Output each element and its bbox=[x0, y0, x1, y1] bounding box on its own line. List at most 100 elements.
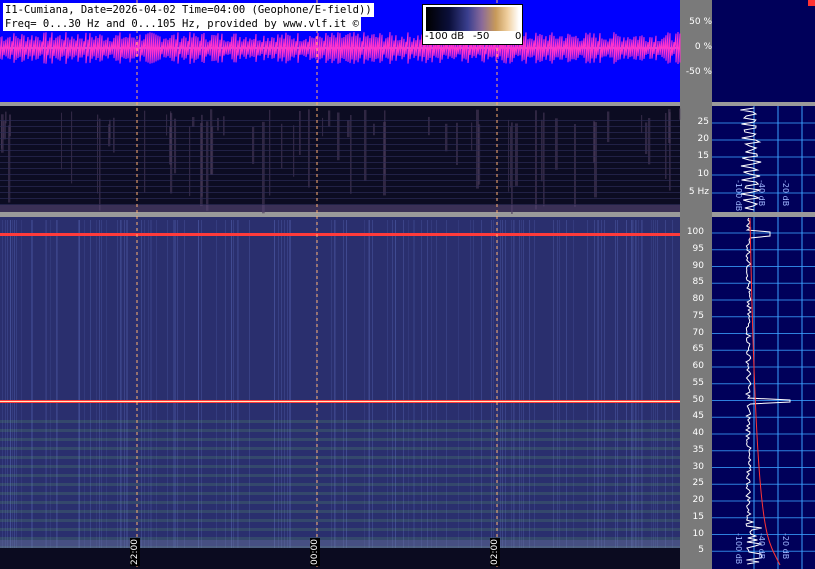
high-band-tick-label: 25 bbox=[692, 478, 704, 489]
spectrum-db-label-bottom: -40 dB bbox=[757, 533, 766, 560]
low-band-row bbox=[0, 180, 680, 181]
high-band-streak bbox=[78, 220, 79, 569]
high-band-tick-label: 60 bbox=[692, 361, 704, 371]
high-band-streak bbox=[141, 220, 142, 569]
low-band-row bbox=[0, 162, 680, 163]
high-band-streak bbox=[635, 220, 636, 569]
high-band-streak bbox=[387, 220, 388, 569]
low-band-streak bbox=[189, 126, 191, 197]
low-band-tick-label: 15 bbox=[697, 151, 709, 161]
header-line-1: I1-Cumiana, Date=2026-04-02 Time=04:00 (… bbox=[3, 3, 374, 17]
high-band-tick-label: 45 bbox=[692, 411, 704, 422]
corner-panel bbox=[712, 0, 815, 102]
high-band-streak bbox=[521, 220, 522, 569]
high-band-streak bbox=[369, 220, 370, 569]
high-band-streak bbox=[46, 220, 47, 569]
low-band-spectrogram bbox=[0, 106, 680, 212]
high-band-streak bbox=[566, 220, 567, 569]
high-band-streak bbox=[587, 220, 588, 569]
high-band-streak bbox=[117, 220, 118, 569]
high-band-streak bbox=[99, 220, 100, 569]
high-band-streak bbox=[16, 220, 17, 569]
high-band-streak bbox=[150, 220, 151, 569]
low-band-streak bbox=[293, 125, 295, 177]
high-band-streak bbox=[50, 220, 51, 569]
low-band-streak bbox=[108, 124, 111, 147]
low-band-row bbox=[0, 138, 680, 139]
high-band-streak bbox=[45, 220, 46, 569]
high-band-streak bbox=[343, 220, 344, 569]
amplitude-tick-label: -50 % bbox=[685, 67, 712, 77]
high-band-streak bbox=[436, 220, 437, 569]
low-band-row bbox=[0, 204, 680, 205]
high-band-streak bbox=[90, 220, 91, 569]
low-band-streak bbox=[206, 121, 209, 211]
corner-marker bbox=[808, 0, 815, 6]
high-band-tick-label: 65 bbox=[692, 344, 704, 355]
spectrum-db-label-top: -20 dB bbox=[781, 180, 790, 207]
high-band-streak bbox=[151, 220, 152, 569]
high-band-streak bbox=[638, 220, 639, 569]
high-band-bottom-bright bbox=[0, 540, 680, 548]
high-band-streak bbox=[446, 220, 447, 569]
high-band-tick-label: 50 bbox=[692, 394, 704, 405]
high-band-low-row bbox=[0, 519, 680, 522]
low-band-streak bbox=[535, 110, 537, 210]
high-band-streak bbox=[96, 220, 97, 569]
high-band-streak bbox=[278, 220, 279, 569]
high-band-streak bbox=[403, 220, 404, 569]
high-band-streak bbox=[126, 220, 127, 569]
low-band-streak bbox=[3, 120, 6, 140]
low-band-streak bbox=[308, 109, 310, 188]
low-band-streak bbox=[269, 109, 271, 196]
low-band-row bbox=[0, 174, 680, 175]
high-band-streak bbox=[408, 220, 409, 569]
high-band-bottom-dark bbox=[0, 548, 680, 569]
low-band-streak bbox=[456, 122, 458, 165]
high-band-tick-label: 90 bbox=[692, 260, 704, 271]
high-band-tick-label: 20 bbox=[692, 495, 704, 505]
high-band-streak bbox=[106, 220, 107, 569]
low-band-streak bbox=[665, 112, 667, 179]
high-band-streak bbox=[458, 220, 459, 569]
high-band-tick-label: 5 bbox=[698, 545, 704, 556]
high-band-streak bbox=[238, 220, 239, 569]
high-band-streak bbox=[7, 220, 8, 569]
high-band-streak bbox=[177, 220, 178, 569]
high-band-low-row bbox=[0, 429, 680, 432]
high-band-streak bbox=[534, 220, 535, 569]
spectrum-db-label-bottom: -20 dB bbox=[781, 533, 790, 560]
low-band-streak bbox=[445, 123, 448, 152]
high-band-tick-label: 80 bbox=[692, 294, 704, 304]
high-band-streak bbox=[573, 220, 574, 569]
high-band-tick-label: 70 bbox=[692, 327, 704, 338]
high-band-streak bbox=[175, 220, 176, 569]
low-band-streak bbox=[281, 123, 283, 169]
divider-middle bbox=[0, 212, 680, 217]
high-band-streak bbox=[79, 220, 80, 569]
low-band-row bbox=[0, 198, 680, 199]
low-band-streak bbox=[373, 123, 375, 136]
high-band-streak bbox=[233, 220, 234, 569]
high-band-streak bbox=[617, 220, 618, 569]
high-band-streak bbox=[10, 220, 11, 569]
high-band-streak bbox=[514, 220, 515, 569]
low-band-tick-label: 5 Hz bbox=[688, 187, 709, 197]
high-band-low-row bbox=[0, 474, 680, 477]
high-band-tick-label: 75 bbox=[692, 310, 704, 321]
low-band-tick-label: 20 bbox=[697, 134, 709, 144]
high-band-tick-label: 30 bbox=[692, 461, 704, 472]
high-band-streak bbox=[216, 220, 217, 569]
spectrum-divider-top bbox=[712, 102, 815, 106]
high-band-streak bbox=[413, 220, 414, 569]
high-band-streak bbox=[642, 220, 643, 569]
high-band-streak bbox=[127, 220, 128, 569]
high-band-streak bbox=[523, 220, 524, 569]
high-band-streak bbox=[655, 220, 656, 569]
high-band-tick-label: 40 bbox=[692, 428, 704, 438]
low-band-streak bbox=[641, 115, 643, 134]
high-band-streak bbox=[427, 220, 428, 569]
high-band-streak bbox=[57, 220, 58, 569]
low-band-streak bbox=[574, 124, 576, 207]
low-band-streak bbox=[337, 112, 340, 161]
